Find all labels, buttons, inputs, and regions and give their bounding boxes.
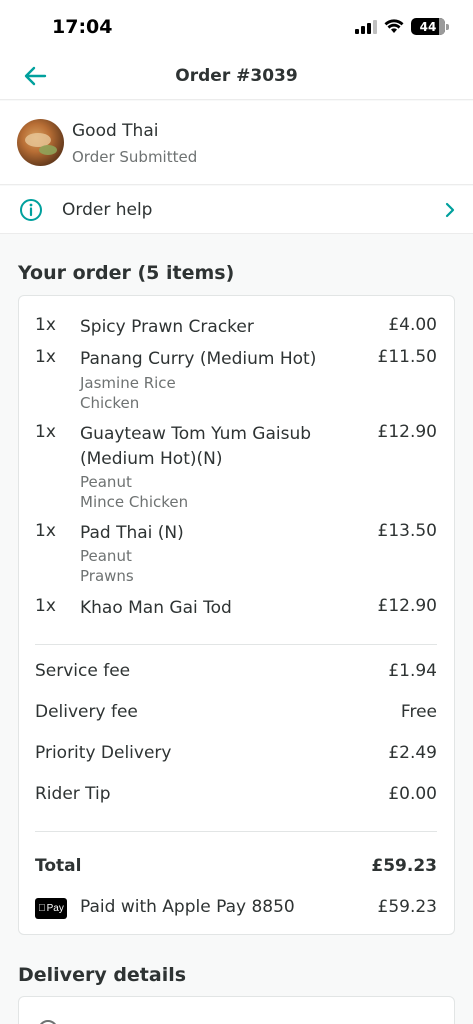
item-quantity: 1x bbox=[35, 422, 56, 442]
fee-value: £0.00 bbox=[388, 784, 437, 804]
item-quantity: 1x bbox=[35, 315, 56, 335]
cellular-signal-icon bbox=[355, 19, 377, 34]
fee-row: Priority Delivery £2.49 bbox=[35, 743, 437, 767]
fee-row: Rider Tip £0.00 bbox=[35, 784, 437, 808]
item-modifier: Peanut bbox=[80, 547, 132, 565]
fee-value: Free bbox=[400, 702, 437, 722]
item-modifier: Chicken bbox=[80, 394, 140, 412]
item-name: Khao Man Gai Tod bbox=[80, 598, 232, 618]
list-item: 1x Panang Curry (Medium Hot) £11.50 Jasm… bbox=[35, 347, 437, 413]
list-item: 1x Spicy Prawn Cracker £4.00 bbox=[35, 315, 437, 340]
fee-label: Priority Delivery bbox=[35, 743, 172, 763]
item-price: £13.50 bbox=[377, 521, 437, 541]
wifi-icon bbox=[384, 19, 404, 33]
fee-row: Delivery fee Free bbox=[35, 702, 437, 726]
chevron-right-icon bbox=[445, 202, 455, 218]
list-item: 1x Pad Thai (N) £13.50 Peanut Prawns bbox=[35, 521, 437, 587]
fee-label: Delivery fee bbox=[35, 702, 138, 722]
item-name: Spicy Prawn Cracker bbox=[80, 317, 254, 337]
apple-pay-icon: Pay bbox=[35, 898, 67, 919]
order-help-row[interactable]: Order help bbox=[0, 186, 473, 234]
restaurant-header: Good Thai Order Submitted bbox=[0, 101, 473, 185]
item-name: Pad Thai (N) bbox=[80, 523, 184, 543]
item-quantity: 1x bbox=[35, 596, 56, 616]
item-price: £12.90 bbox=[377, 596, 437, 616]
payment-row: Pay Paid with Apple Pay 8850 £59.23 bbox=[35, 897, 437, 921]
battery-icon: 44 bbox=[411, 18, 449, 35]
item-modifier: Prawns bbox=[80, 567, 134, 585]
item-price: £11.50 bbox=[377, 347, 437, 367]
item-price: £12.90 bbox=[377, 422, 437, 442]
order-summary-card: 1x Spicy Prawn Cracker £4.00 1x Panang C… bbox=[18, 295, 455, 935]
order-status: Order Submitted bbox=[72, 148, 198, 166]
apple-pay-icon-text: Pay bbox=[42, 903, 64, 914]
page-title: Order #3039 bbox=[175, 66, 298, 86]
item-quantity: 1x bbox=[35, 521, 56, 541]
restaurant-name: Good Thai bbox=[72, 121, 159, 141]
payment-value: £59.23 bbox=[377, 897, 437, 917]
restaurant-avatar bbox=[17, 119, 64, 166]
fee-value: £2.49 bbox=[388, 743, 437, 763]
item-modifier: Jasmine Rice bbox=[80, 374, 176, 392]
delivery-details-card bbox=[18, 996, 455, 1024]
divider bbox=[35, 831, 437, 832]
payment-label: Paid with Apple Pay 8850 bbox=[80, 897, 295, 917]
list-item: 1x Guayteaw Tom Yum Gaisub (Medium Hot)(… bbox=[35, 422, 437, 512]
item-name: Guayteaw Tom Yum Gaisub (Medium Hot)(N) bbox=[80, 424, 312, 469]
info-icon bbox=[20, 199, 42, 221]
your-order-heading: Your order (5 items) bbox=[18, 262, 235, 284]
order-help-label: Order help bbox=[62, 200, 153, 220]
item-modifier: Peanut bbox=[80, 473, 132, 491]
battery-level: 44 bbox=[419, 19, 437, 34]
fee-value: £1.94 bbox=[388, 661, 437, 681]
divider bbox=[35, 644, 437, 645]
item-price: £4.00 bbox=[388, 315, 437, 335]
item-name: Panang Curry (Medium Hot) bbox=[80, 349, 317, 369]
fee-label: Rider Tip bbox=[35, 784, 111, 804]
location-pin-icon bbox=[40, 1020, 56, 1024]
total-value: £59.23 bbox=[371, 856, 437, 876]
list-item: 1x Khao Man Gai Tod £12.90 bbox=[35, 596, 437, 621]
total-row: Total £59.23 bbox=[35, 856, 437, 880]
item-modifier: Mince Chicken bbox=[80, 493, 189, 511]
delivery-details-heading: Delivery details bbox=[18, 964, 187, 986]
fee-row: Service fee £1.94 bbox=[35, 661, 437, 685]
status-icons: 44 bbox=[355, 18, 449, 35]
status-bar: 17:04 44 bbox=[0, 0, 473, 52]
top-navigation: Order #3039 bbox=[0, 52, 473, 100]
item-quantity: 1x bbox=[35, 347, 56, 367]
total-label: Total bbox=[35, 856, 82, 876]
fee-label: Service fee bbox=[35, 661, 131, 681]
status-time: 17:04 bbox=[52, 16, 113, 38]
